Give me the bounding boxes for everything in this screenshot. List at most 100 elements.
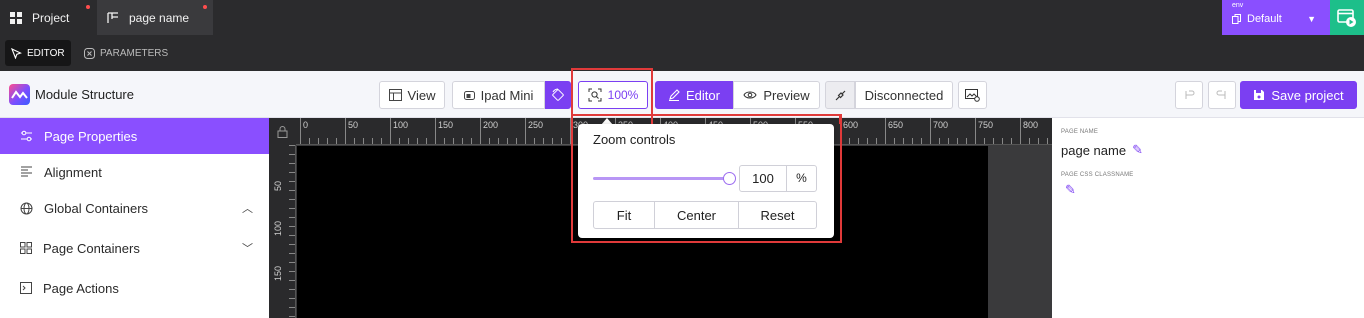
ruler-minor-tick bbox=[289, 154, 295, 155]
image-settings-icon bbox=[965, 88, 980, 102]
ruler-minor-tick bbox=[417, 138, 418, 144]
save-icon bbox=[1254, 90, 1265, 100]
page-name-value: page name bbox=[1061, 142, 1127, 158]
env-caption: env bbox=[1232, 2, 1244, 9]
ruler-minor-tick bbox=[1011, 138, 1012, 144]
device-selector[interactable]: Ipad Mini bbox=[452, 81, 545, 109]
ruler-tick bbox=[930, 118, 931, 144]
zoom-controls-title: Zoom controls bbox=[593, 132, 676, 147]
page-name-field: page name ✎ bbox=[1061, 142, 1143, 158]
connection-status[interactable]: Disconnected bbox=[855, 81, 953, 109]
ruler-tick bbox=[345, 118, 346, 144]
env-value: Default bbox=[1247, 13, 1282, 25]
sidebar-item-page-properties[interactable]: Page Properties bbox=[0, 118, 269, 154]
ruler-minor-tick bbox=[289, 226, 295, 227]
ruler-tick bbox=[435, 118, 436, 144]
close-circle-icon bbox=[84, 47, 95, 59]
ruler-minor-tick bbox=[399, 138, 400, 144]
ruler-minor-tick bbox=[903, 138, 904, 144]
unsaved-dot bbox=[203, 5, 207, 9]
ruler-tick bbox=[1020, 118, 1021, 144]
page-css-label: PAGE CSS CLASSNAME bbox=[1061, 172, 1134, 178]
tab-parameters[interactable]: PARAMETERS bbox=[78, 40, 174, 66]
grid-icon bbox=[20, 242, 32, 254]
sidebar-item-label: Alignment bbox=[44, 164, 102, 180]
sidebar-item-alignment[interactable]: Alignment bbox=[0, 154, 269, 190]
ruler-minor-tick bbox=[372, 138, 373, 144]
ruler-minor-tick bbox=[289, 145, 295, 146]
ruler-tick bbox=[975, 118, 976, 144]
zoom-fit-button[interactable]: Fit bbox=[593, 201, 655, 229]
ruler-minor-tick bbox=[462, 138, 463, 144]
device-label: Ipad Mini bbox=[480, 87, 534, 103]
undo-button[interactable] bbox=[1175, 81, 1203, 109]
ruler-label: 700 bbox=[933, 120, 949, 130]
ruler-label: 50 bbox=[273, 180, 283, 191]
ruler-minor-tick bbox=[543, 138, 544, 144]
lock-icon bbox=[277, 125, 288, 138]
connect-button[interactable] bbox=[825, 81, 855, 109]
env-selector[interactable]: env Default ▼ bbox=[1222, 0, 1330, 35]
tab-editor[interactable]: EDITOR bbox=[5, 40, 71, 66]
ruler-minor-tick bbox=[1029, 138, 1030, 144]
preview-label: Preview bbox=[763, 87, 810, 103]
preview-mode-button[interactable]: Preview bbox=[733, 81, 820, 109]
ruler-minor-tick bbox=[289, 298, 295, 299]
ruler-minor-tick bbox=[426, 138, 427, 144]
ruler-vertical: 50 100 150 bbox=[269, 145, 296, 318]
redo-button[interactable] bbox=[1208, 81, 1236, 109]
zoom-label: 100% bbox=[607, 88, 639, 102]
rotate-button[interactable] bbox=[545, 81, 571, 109]
ruler-minor-tick bbox=[453, 138, 454, 144]
tab-project[interactable]: Project bbox=[0, 0, 96, 35]
ruler-minor-tick bbox=[921, 138, 922, 144]
ruler-minor-tick bbox=[498, 138, 499, 144]
ruler-tick bbox=[570, 118, 571, 144]
zoom-button[interactable]: 100% bbox=[578, 81, 648, 109]
launch-preview-button[interactable] bbox=[1330, 0, 1364, 35]
ruler-minor-tick bbox=[552, 138, 553, 144]
zoom-center-button[interactable]: Center bbox=[654, 201, 739, 229]
tab-parameters-label: PARAMETERS bbox=[100, 47, 169, 59]
ruler-minor-tick bbox=[849, 138, 850, 144]
screenshot-button[interactable] bbox=[958, 81, 987, 109]
ruler-minor-tick bbox=[876, 138, 877, 144]
zoom-value-input[interactable]: 100 bbox=[739, 165, 787, 192]
zoom-slider-track[interactable] bbox=[593, 177, 730, 180]
zoom-slider-thumb[interactable] bbox=[723, 172, 736, 185]
ruler-tick bbox=[885, 118, 886, 144]
ruler-minor-tick bbox=[289, 253, 295, 254]
ruler-minor-tick bbox=[867, 138, 868, 144]
ruler-minor-tick bbox=[289, 235, 295, 236]
ruler-minor-tick bbox=[489, 138, 490, 144]
ruler-minor-tick bbox=[289, 163, 295, 164]
ruler-minor-tick bbox=[894, 138, 895, 144]
sidebar-item-page-containers[interactable]: Page Containers ﹀ bbox=[0, 230, 269, 266]
view-button[interactable]: View bbox=[379, 81, 445, 109]
editor-mode-button[interactable]: Editor bbox=[655, 81, 733, 109]
chevron-up-icon[interactable]: ︿ bbox=[242, 200, 253, 216]
tab-page-label: page name bbox=[129, 10, 190, 25]
sidebar-item-global-containers[interactable]: Global Containers ︿ bbox=[0, 190, 269, 226]
zoom-unit: % bbox=[786, 165, 817, 192]
ruler-label: 150 bbox=[273, 265, 283, 281]
zoom-reset-button[interactable]: Reset bbox=[738, 201, 817, 229]
ruler-minor-tick bbox=[363, 138, 364, 144]
sidebar-item-label: Global Containers bbox=[44, 200, 149, 216]
ruler-minor-tick bbox=[993, 138, 994, 144]
ruler-minor-tick bbox=[1038, 138, 1039, 144]
ruler-minor-tick bbox=[289, 271, 295, 272]
chevron-down-icon[interactable]: ﹀ bbox=[242, 240, 253, 256]
save-project-button[interactable]: Save project bbox=[1240, 81, 1357, 109]
ruler-minor-tick bbox=[1047, 138, 1048, 144]
tab-page-name[interactable]: page name bbox=[97, 0, 213, 35]
ruler-lock[interactable] bbox=[269, 118, 296, 145]
ruler-minor-tick bbox=[289, 316, 295, 317]
ruler-label: 200 bbox=[483, 120, 499, 130]
edit-pencil-icon[interactable]: ✎ bbox=[1132, 142, 1143, 158]
chevron-down-icon: ▼ bbox=[1307, 14, 1316, 24]
ruler-minor-tick bbox=[309, 138, 310, 144]
edit-pencil-icon[interactable]: ✎ bbox=[1065, 182, 1076, 198]
sidebar-item-page-actions[interactable]: Page Actions bbox=[0, 270, 269, 306]
env-value-wrap: Default bbox=[1232, 13, 1282, 25]
